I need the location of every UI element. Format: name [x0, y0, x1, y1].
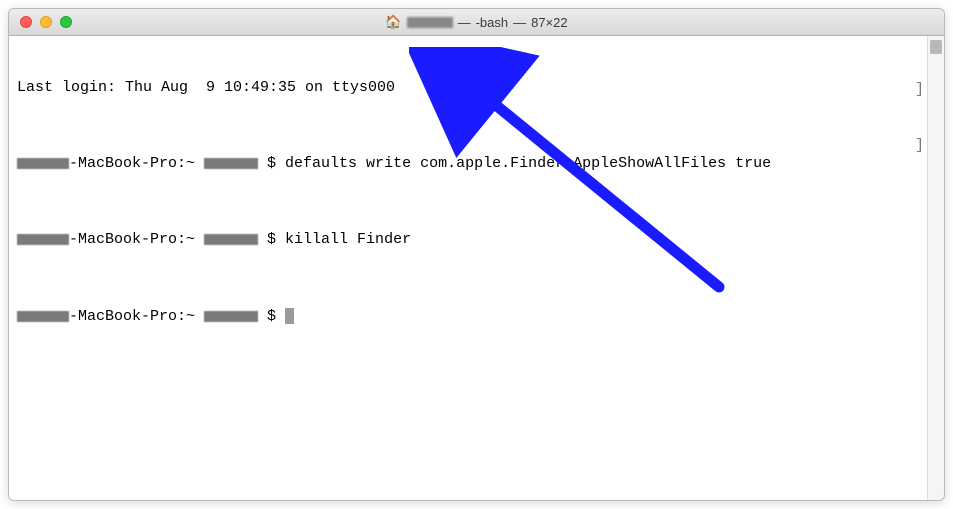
title-shell: -bash — [476, 15, 509, 30]
titlebar[interactable]: 🏠 — -bash — 87×22 — [9, 9, 944, 36]
user-redacted — [17, 234, 69, 245]
prompt-host: -MacBook-Pro:~ — [69, 230, 204, 249]
prompt-host: -MacBook-Pro:~ — [69, 307, 204, 326]
prompt-line-3: -MacBook-Pro:~ $ — [17, 307, 919, 326]
prompt-line-1: -MacBook-Pro:~ $ defaults write com.appl… — [17, 154, 919, 173]
title-sep1: — — [458, 15, 471, 30]
window-body: Last login: Thu Aug 9 10:49:35 on ttys00… — [9, 36, 944, 500]
prompt-host: -MacBook-Pro:~ — [69, 154, 204, 173]
terminal-window: 🏠 — -bash — 87×22 Last login: Thu Aug 9 … — [8, 8, 945, 501]
last-login-text: Last login: Thu Aug 9 10:49:35 on ttys00… — [17, 78, 395, 97]
window-title: 🏠 — -bash — 87×22 — [9, 14, 944, 30]
zoom-button[interactable] — [60, 16, 72, 28]
home-icon: 🏠 — [385, 14, 401, 30]
command-2: killall Finder — [285, 230, 411, 249]
user-redacted-2 — [204, 158, 258, 169]
prompt-line-2: -MacBook-Pro:~ $ killall Finder — [17, 230, 919, 249]
scrollbar-track[interactable] — [927, 36, 944, 500]
traffic-lights — [9, 16, 72, 28]
title-sep2: — — [513, 15, 526, 30]
scrollbar-thumb[interactable] — [930, 40, 942, 54]
line-wrap-indicator: ] — [915, 136, 924, 155]
prompt-suffix: $ — [258, 230, 285, 249]
user-redacted-2 — [204, 234, 258, 245]
title-dims: 87×22 — [531, 15, 568, 30]
line-wrap-indicator: ] — [915, 80, 924, 99]
user-redacted-2 — [204, 311, 258, 322]
last-login-line: Last login: Thu Aug 9 10:49:35 on ttys00… — [17, 78, 919, 97]
minimize-button[interactable] — [40, 16, 52, 28]
username-redacted — [407, 17, 453, 28]
user-redacted — [17, 158, 69, 169]
command-1: defaults write com.apple.Finder AppleSho… — [285, 154, 771, 173]
user-redacted — [17, 311, 69, 322]
terminal-area[interactable]: Last login: Thu Aug 9 10:49:35 on ttys00… — [9, 36, 927, 500]
cursor — [285, 308, 294, 324]
prompt-suffix: $ — [258, 307, 285, 326]
close-button[interactable] — [20, 16, 32, 28]
prompt-suffix: $ — [258, 154, 285, 173]
